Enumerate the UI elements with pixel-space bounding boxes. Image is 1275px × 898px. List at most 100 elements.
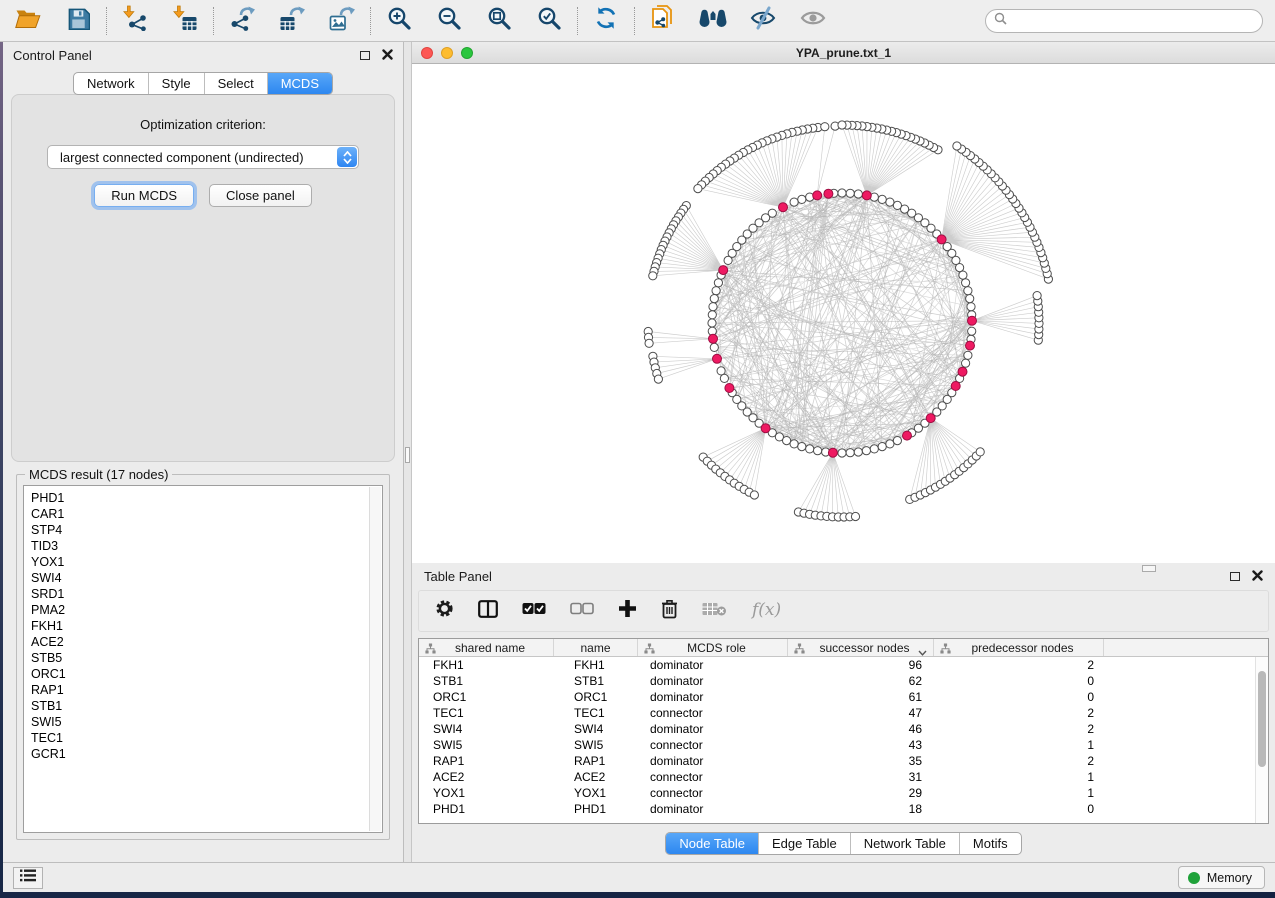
- cell-predecessor-nodes[interactable]: 0: [934, 689, 1104, 705]
- mcds-node[interactable]: [926, 414, 935, 423]
- zoom-selected-button[interactable]: [535, 7, 563, 35]
- zoom-out-button[interactable]: [435, 7, 463, 35]
- result-node-item[interactable]: STP4: [31, 522, 382, 538]
- cell-shared-name[interactable]: ACE2: [419, 769, 554, 785]
- result-node-item[interactable]: SRD1: [31, 586, 382, 602]
- mcds-node[interactable]: [903, 431, 912, 440]
- cell-name[interactable]: SWI4: [554, 721, 638, 737]
- mcds-node[interactable]: [958, 367, 967, 376]
- cell-predecessor-nodes[interactable]: 1: [934, 769, 1104, 785]
- cell-shared-name[interactable]: FKH1: [419, 657, 554, 673]
- tab-mcds[interactable]: MCDS: [267, 73, 332, 94]
- cell-name[interactable]: ORC1: [554, 689, 638, 705]
- result-node-item[interactable]: STB5: [31, 650, 382, 666]
- cell-successor-nodes[interactable]: 18: [788, 801, 934, 817]
- cell-predecessor-nodes[interactable]: 1: [934, 785, 1104, 801]
- mcds-node[interactable]: [968, 316, 977, 325]
- network-graph-svg[interactable]: [412, 64, 1275, 563]
- network-node[interactable]: [846, 449, 854, 457]
- run-mcds-button[interactable]: Run MCDS: [94, 184, 194, 207]
- result-node-item[interactable]: ORC1: [31, 666, 382, 682]
- cell-MCDS-role[interactable]: connector: [638, 785, 788, 801]
- cell-shared-name[interactable]: TEC1: [419, 705, 554, 721]
- network-node[interactable]: [878, 443, 886, 451]
- network-node[interactable]: [962, 359, 970, 367]
- table-row[interactable]: FKH1FKH1dominator962: [419, 657, 1268, 673]
- result-list-scrollbar[interactable]: [369, 487, 381, 831]
- network-node[interactable]: [886, 198, 894, 206]
- cell-successor-nodes[interactable]: 96: [788, 657, 934, 673]
- mcds-node[interactable]: [779, 203, 788, 212]
- column-header-predecessor-nodes[interactable]: predecessor nodes: [934, 639, 1104, 656]
- network-node[interactable]: [654, 375, 662, 383]
- tab-motifs[interactable]: Motifs: [959, 833, 1021, 854]
- result-node-item[interactable]: TEC1: [31, 730, 382, 746]
- cell-name[interactable]: ACE2: [554, 769, 638, 785]
- cell-MCDS-role[interactable]: dominator: [638, 721, 788, 737]
- close-table-panel-icon[interactable]: [1252, 569, 1263, 584]
- cell-successor-nodes[interactable]: 29: [788, 785, 934, 801]
- mcds-node[interactable]: [966, 341, 975, 350]
- mcds-node[interactable]: [719, 266, 728, 275]
- add-column-button[interactable]: [618, 599, 637, 623]
- cell-MCDS-role[interactable]: dominator: [638, 689, 788, 705]
- memory-button[interactable]: Memory: [1178, 866, 1265, 889]
- cell-shared-name[interactable]: PHD1: [419, 801, 554, 817]
- table-scrollbar[interactable]: [1255, 657, 1268, 823]
- network-node[interactable]: [710, 295, 718, 303]
- show-all-button[interactable]: [799, 7, 827, 35]
- tab-network-table[interactable]: Network Table: [850, 833, 959, 854]
- tab-node-table[interactable]: Node Table: [666, 833, 758, 854]
- mcds-node[interactable]: [709, 334, 718, 343]
- network-node[interactable]: [854, 190, 862, 198]
- horizontal-splitter-grip[interactable]: [1142, 565, 1156, 572]
- network-node[interactable]: [694, 185, 702, 193]
- network-node[interactable]: [870, 445, 878, 453]
- network-node[interactable]: [959, 271, 967, 279]
- network-node[interactable]: [838, 189, 846, 197]
- cell-successor-nodes[interactable]: 46: [788, 721, 934, 737]
- network-node[interactable]: [953, 142, 961, 150]
- import-table-button[interactable]: [171, 7, 199, 35]
- tab-network[interactable]: Network: [74, 73, 148, 94]
- cell-successor-nodes[interactable]: 62: [788, 673, 934, 689]
- cell-name[interactable]: SWI5: [554, 737, 638, 753]
- network-node[interactable]: [1033, 292, 1041, 300]
- mcds-node[interactable]: [828, 448, 837, 457]
- result-node-item[interactable]: PMA2: [31, 602, 382, 618]
- result-node-item[interactable]: CAR1: [31, 506, 382, 522]
- cell-name[interactable]: RAP1: [554, 753, 638, 769]
- network-node[interactable]: [714, 279, 722, 287]
- result-node-item[interactable]: ACE2: [31, 634, 382, 650]
- table-row[interactable]: RAP1RAP1dominator352: [419, 753, 1268, 769]
- network-node[interactable]: [967, 303, 975, 311]
- network-node[interactable]: [966, 295, 974, 303]
- cell-predecessor-nodes[interactable]: 2: [934, 753, 1104, 769]
- network-node[interactable]: [798, 195, 806, 203]
- tab-edge-table[interactable]: Edge Table: [758, 833, 850, 854]
- split-panel-button[interactable]: [478, 600, 498, 623]
- table-settings-button[interactable]: [435, 599, 454, 623]
- network-node[interactable]: [821, 123, 829, 131]
- cell-predecessor-nodes[interactable]: 2: [934, 721, 1104, 737]
- optimization-criterion-select[interactable]: largest connected component (undirected): [47, 145, 359, 169]
- mcds-node[interactable]: [862, 191, 871, 200]
- export-network-button[interactable]: [228, 7, 256, 35]
- table-row[interactable]: PHD1PHD1dominator180: [419, 801, 1268, 817]
- cell-MCDS-role[interactable]: connector: [638, 769, 788, 785]
- close-panel-icon[interactable]: [382, 48, 393, 63]
- table-row[interactable]: SWI4SWI4dominator462: [419, 721, 1268, 737]
- network-node[interactable]: [886, 440, 894, 448]
- network-node[interactable]: [976, 448, 984, 456]
- float-panel-icon[interactable]: [360, 51, 370, 60]
- export-table-button[interactable]: [278, 7, 306, 35]
- mcds-result-list[interactable]: PHD1CAR1STP4TID3YOX1SWI4SRD1PMA2FKH1ACE2…: [23, 485, 383, 833]
- cell-predecessor-nodes[interactable]: 2: [934, 705, 1104, 721]
- result-node-item[interactable]: FKH1: [31, 618, 382, 634]
- search-box[interactable]: [985, 9, 1263, 33]
- mcds-node[interactable]: [713, 354, 722, 363]
- network-node[interactable]: [968, 327, 976, 335]
- network-node[interactable]: [724, 256, 732, 264]
- column-header-MCDS-role[interactable]: MCDS role: [638, 639, 788, 656]
- tab-style[interactable]: Style: [148, 73, 204, 94]
